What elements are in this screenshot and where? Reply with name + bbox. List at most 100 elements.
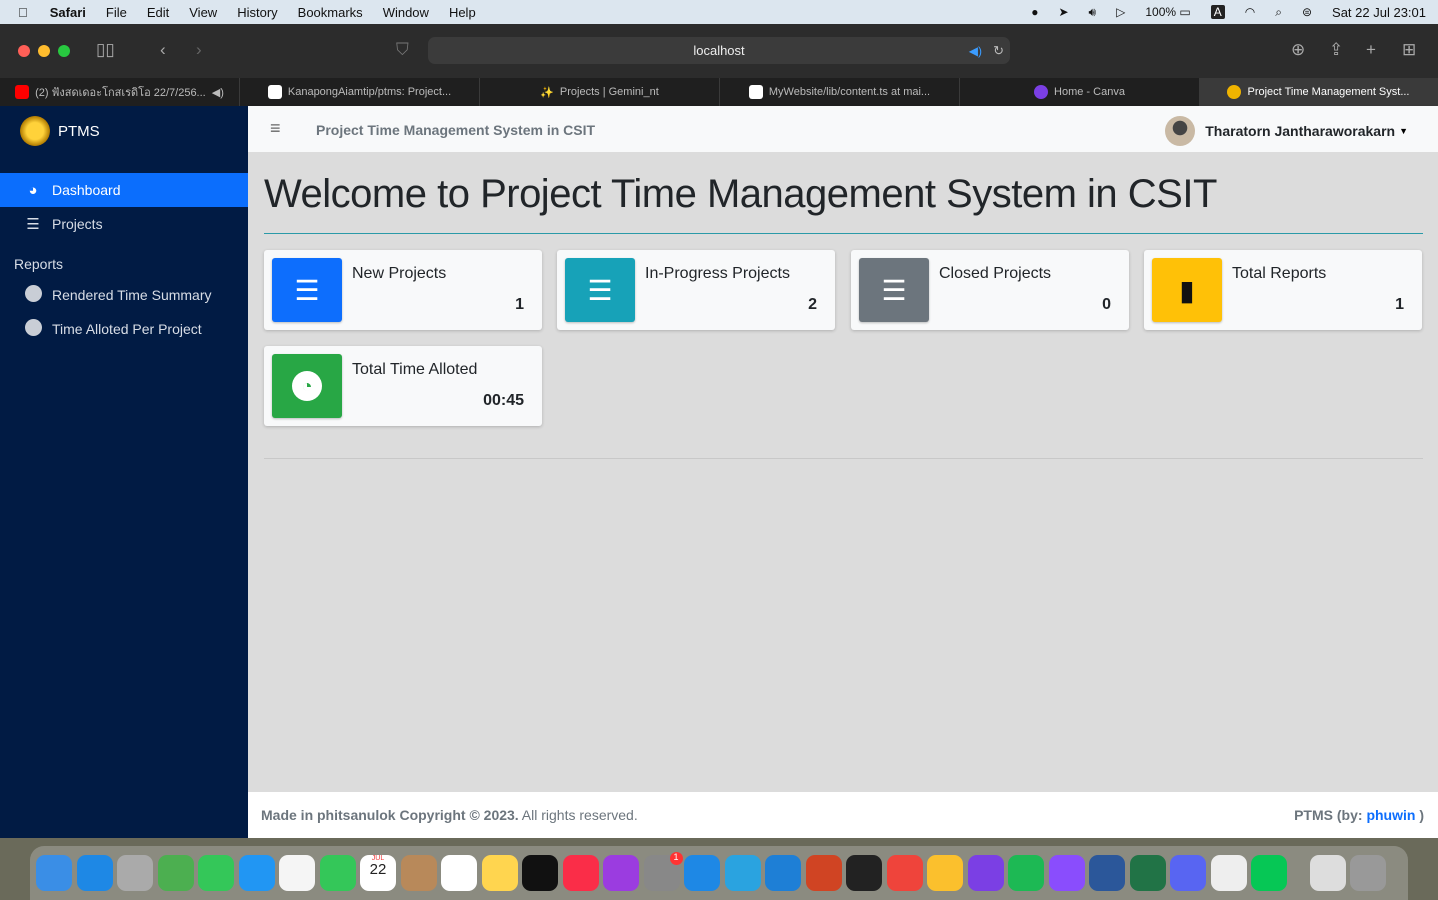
- terminal-app-icon[interactable]: [846, 855, 882, 891]
- author-link[interactable]: phuwin: [1366, 807, 1415, 823]
- stat-card-total-time-alloted[interactable]: ◔ Total Time Alloted 00:45: [264, 346, 542, 426]
- list-check-icon: ☰: [565, 258, 635, 322]
- spotify-app-icon[interactable]: [1008, 855, 1044, 891]
- brand-name: PTMS: [58, 122, 100, 140]
- menu-edit[interactable]: Edit: [147, 5, 169, 20]
- menu-file[interactable]: File: [106, 5, 127, 20]
- minimize-window-button[interactable]: [38, 45, 50, 57]
- trash-app-icon[interactable]: [1350, 855, 1386, 891]
- sidebar-toggle-icon[interactable]: ▯▯: [96, 40, 115, 60]
- speaker-icon[interactable]: ◀): [212, 86, 224, 99]
- sidebar-item-time-alloted-per-project[interactable]: Time Alloted Per Project: [0, 312, 248, 346]
- contacts-app-icon[interactable]: [400, 855, 437, 891]
- control-center-icon[interactable]: ⊜: [1302, 5, 1312, 19]
- line-icon[interactable]: ●: [1031, 5, 1038, 19]
- anydesk-app-icon[interactable]: [886, 855, 923, 891]
- menu-bookmarks[interactable]: Bookmarks: [298, 5, 363, 20]
- copyright-text: Made in phitsanulok Copyright © 2023.: [261, 807, 519, 823]
- browser-tab[interactable]: KanapongAiamtip/ptms: Project...: [240, 78, 480, 106]
- discord-app-icon[interactable]: [1170, 855, 1206, 891]
- back-icon[interactable]: ‹: [160, 40, 166, 60]
- stat-card-total-reports[interactable]: ▮ Total Reports 1: [1144, 250, 1422, 330]
- sidebar-section-header: Reports: [14, 256, 64, 272]
- mail-app-icon[interactable]: [238, 855, 275, 891]
- browser-tab[interactable]: (2) ฟังสดเดอะโกสเรดิโอ 22/7/256... ◀): [0, 78, 240, 106]
- spotlight-search-icon[interactable]: ⌕: [1275, 5, 1282, 20]
- zoom-window-button[interactable]: [58, 45, 70, 57]
- system-settings-app-icon[interactable]: 1: [643, 852, 683, 891]
- word-app-icon[interactable]: [1089, 855, 1125, 891]
- apple-icon[interactable]: : [18, 5, 28, 20]
- apple-tv-app-icon[interactable]: [522, 855, 558, 891]
- macos-dock: JUL 22 1: [30, 846, 1408, 900]
- powerpoint-app-icon[interactable]: [805, 855, 842, 891]
- browser-tab[interactable]: Home - Canva: [960, 78, 1200, 106]
- downloads-icon[interactable]: ⊕: [1291, 40, 1305, 60]
- github-icon: [748, 85, 763, 99]
- document-app-icon[interactable]: [1309, 855, 1346, 891]
- photos-app-icon[interactable]: [279, 855, 315, 891]
- sidebar-item-projects[interactable]: ☰ Projects: [0, 207, 248, 241]
- menu-view[interactable]: View: [189, 5, 217, 20]
- app-store-app-icon[interactable]: [684, 855, 720, 891]
- podcasts-app-icon[interactable]: [603, 855, 639, 891]
- canva-icon: [1034, 85, 1049, 99]
- reminders-app-icon[interactable]: [441, 855, 477, 891]
- vscode-app-icon[interactable]: [765, 855, 801, 891]
- sidebar-item-rendered-time-summary[interactable]: Rendered Time Summary: [0, 278, 248, 312]
- tab-title: Home - Canva: [1054, 86, 1125, 98]
- battery-icon[interactable]: ▭: [1179, 5, 1190, 19]
- browser-tab[interactable]: MyWebsite/lib/content.ts at mai...: [720, 78, 960, 106]
- chrome-app-icon[interactable]: [927, 855, 963, 891]
- messenger-app-icon[interactable]: [1048, 855, 1085, 891]
- telegram-app-icon[interactable]: [724, 855, 761, 891]
- messages-app-icon[interactable]: [198, 855, 234, 891]
- user-dropdown[interactable]: Tharatorn Jantharaworakarn ▼: [1165, 116, 1408, 146]
- music-app-icon[interactable]: [562, 855, 599, 891]
- notes-app-icon[interactable]: [481, 855, 518, 891]
- tab-overview-icon[interactable]: ⊞: [1402, 40, 1416, 60]
- footer: Made in phitsanulok Copyright © 2023. Al…: [248, 792, 1438, 838]
- audio-playing-icon[interactable]: ◀): [969, 44, 982, 58]
- clock-datetime[interactable]: Sat 22 Jul 23:01: [1332, 5, 1426, 20]
- menu-history[interactable]: History: [237, 5, 277, 20]
- card-value: 1: [515, 296, 524, 313]
- launchpad-app-icon[interactable]: [117, 855, 153, 891]
- wifi-icon[interactable]: ◠: [1245, 5, 1255, 19]
- dashboard-icon: ◕: [28, 181, 38, 199]
- finder-app-icon[interactable]: [36, 855, 72, 891]
- share-icon[interactable]: ⇪: [1329, 40, 1343, 60]
- divider: [264, 458, 1423, 459]
- facetime-app-icon[interactable]: [319, 855, 356, 891]
- menu-window[interactable]: Window: [383, 5, 429, 20]
- browser-tab-active[interactable]: Project Time Management Syst...: [1200, 78, 1438, 106]
- stat-card-new-projects[interactable]: ☰ New Projects 1: [264, 250, 542, 330]
- volume-icon[interactable]: 🔊︎: [1089, 5, 1097, 20]
- stat-card-in-progress-projects[interactable]: ☰ In-Progress Projects 2: [557, 250, 835, 330]
- safari-app-icon[interactable]: [76, 855, 113, 891]
- sidebar-item-dashboard[interactable]: ◕ Dashboard: [0, 173, 248, 207]
- calendar-app-icon[interactable]: JUL 22: [360, 855, 396, 891]
- menu-app-name[interactable]: Safari: [50, 5, 86, 20]
- brand-link[interactable]: PTMS: [20, 116, 100, 146]
- menu-help[interactable]: Help: [449, 5, 476, 20]
- telegram-icon[interactable]: ➤: [1058, 5, 1068, 19]
- reload-icon[interactable]: ↻: [993, 43, 1004, 59]
- maps-app-icon[interactable]: [157, 855, 194, 891]
- excel-app-icon[interactable]: [1129, 855, 1166, 891]
- circle-icon: [22, 318, 44, 340]
- shield-icon[interactable]: ⛉: [396, 40, 409, 60]
- line-app-icon[interactable]: [1251, 855, 1287, 891]
- textedit-app-icon[interactable]: [1210, 855, 1247, 891]
- forward-icon[interactable]: ›: [196, 40, 202, 60]
- stat-card-closed-projects[interactable]: ☰ Closed Projects 0: [851, 250, 1129, 330]
- close-window-button[interactable]: [18, 45, 30, 57]
- hamburger-menu-icon[interactable]: ≡: [270, 118, 281, 139]
- play-icon[interactable]: ▷: [1116, 5, 1125, 19]
- github-desktop-app-icon[interactable]: [967, 855, 1004, 891]
- browser-tab[interactable]: ✨ Projects | Gemini_nt: [480, 78, 720, 106]
- input-source-icon[interactable]: A: [1210, 5, 1225, 19]
- new-tab-icon[interactable]: +: [1366, 40, 1376, 60]
- tab-title: MyWebsite/lib/content.ts at mai...: [768, 86, 931, 98]
- address-bar[interactable]: localhost ◀) ↻: [428, 37, 1010, 64]
